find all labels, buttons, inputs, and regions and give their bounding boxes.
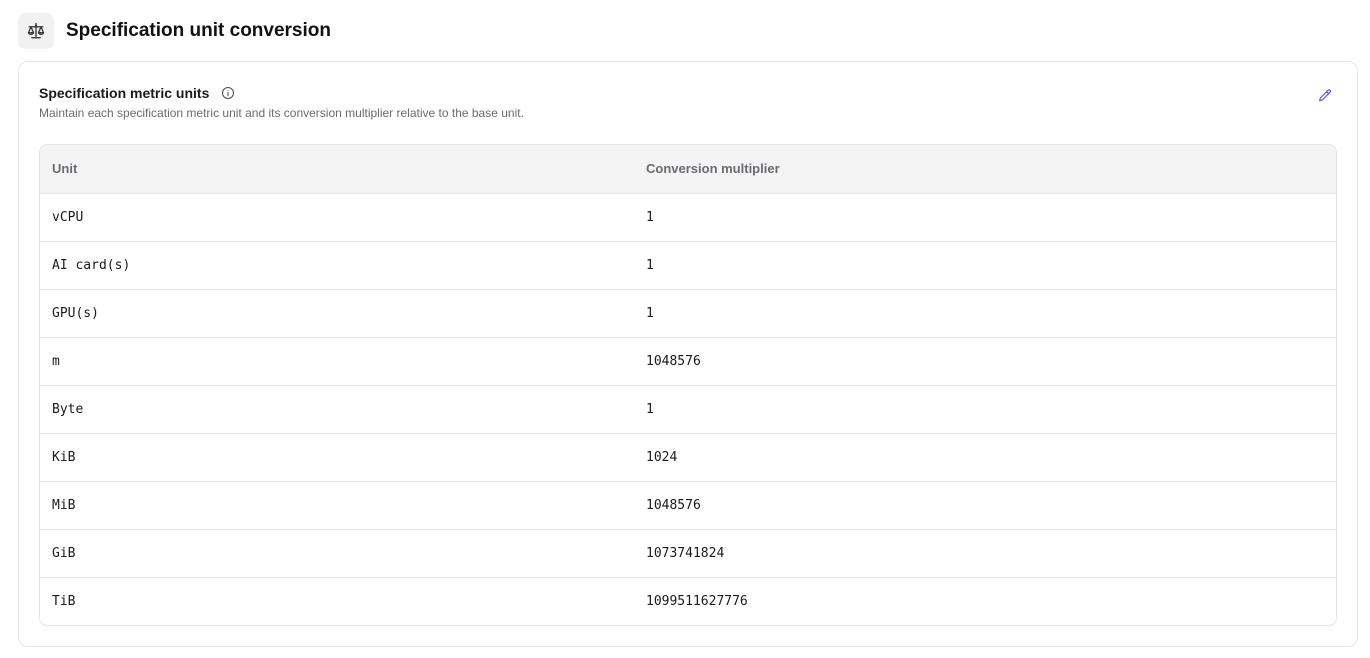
- table-row: TiB 1099511627776: [40, 576, 1336, 625]
- page-title: Specification unit conversion: [66, 20, 331, 41]
- multiplier-cell: 1: [634, 240, 1336, 289]
- column-header-unit: Unit: [40, 145, 634, 194]
- unit-cell: GiB: [40, 528, 634, 577]
- table-row: m 1048576: [40, 336, 1336, 385]
- multiplier-cell: 1048576: [634, 336, 1336, 385]
- multiplier-cell: 1: [634, 384, 1336, 433]
- table-row: AI card(s) 1: [40, 240, 1336, 289]
- unit-cell: m: [40, 336, 634, 385]
- column-header-multiplier: Conversion multiplier: [634, 145, 1336, 194]
- table-row: vCPU 1: [40, 193, 1336, 241]
- unit-cell: vCPU: [52, 209, 84, 225]
- pencil-icon: [1317, 88, 1333, 104]
- multiplier-cell: 1: [646, 209, 654, 225]
- table-row: KiB 1024: [40, 432, 1336, 481]
- multiplier-cell: 1073741824: [634, 528, 1336, 577]
- card-header: Specification metric units Maintain each…: [39, 84, 1337, 120]
- page-header: Specification unit conversion: [18, 13, 331, 49]
- table-row: GPU(s) 1: [40, 288, 1336, 337]
- info-icon[interactable]: [221, 86, 235, 100]
- scale-icon: [18, 13, 54, 49]
- unit-cell: GPU(s): [40, 288, 634, 337]
- units-table: Unit Conversion multiplier vCPU 1 AI car…: [39, 144, 1337, 626]
- multiplier-cell: 1099511627776: [634, 576, 1336, 625]
- table-row: Byte 1: [40, 384, 1336, 433]
- multiplier-cell: 1: [634, 288, 1336, 337]
- card-description: Maintain each specification metric unit …: [39, 106, 524, 120]
- table-header-row: Unit Conversion multiplier: [40, 145, 1336, 194]
- unit-cell: TiB: [40, 576, 634, 625]
- table-row: MiB 1048576: [40, 480, 1336, 529]
- unit-cell: Byte: [40, 384, 634, 433]
- unit-cell: MiB: [40, 480, 634, 529]
- table-row: GiB 1073741824: [40, 528, 1336, 577]
- unit-cell: AI card(s): [40, 240, 634, 289]
- edit-button[interactable]: [1315, 86, 1335, 106]
- multiplier-cell: 1024: [634, 432, 1336, 481]
- multiplier-cell: 1048576: [634, 480, 1336, 529]
- card-title: Specification metric units: [39, 85, 210, 101]
- unit-cell: KiB: [40, 432, 634, 481]
- metric-units-card: Specification metric units Maintain each…: [18, 61, 1358, 647]
